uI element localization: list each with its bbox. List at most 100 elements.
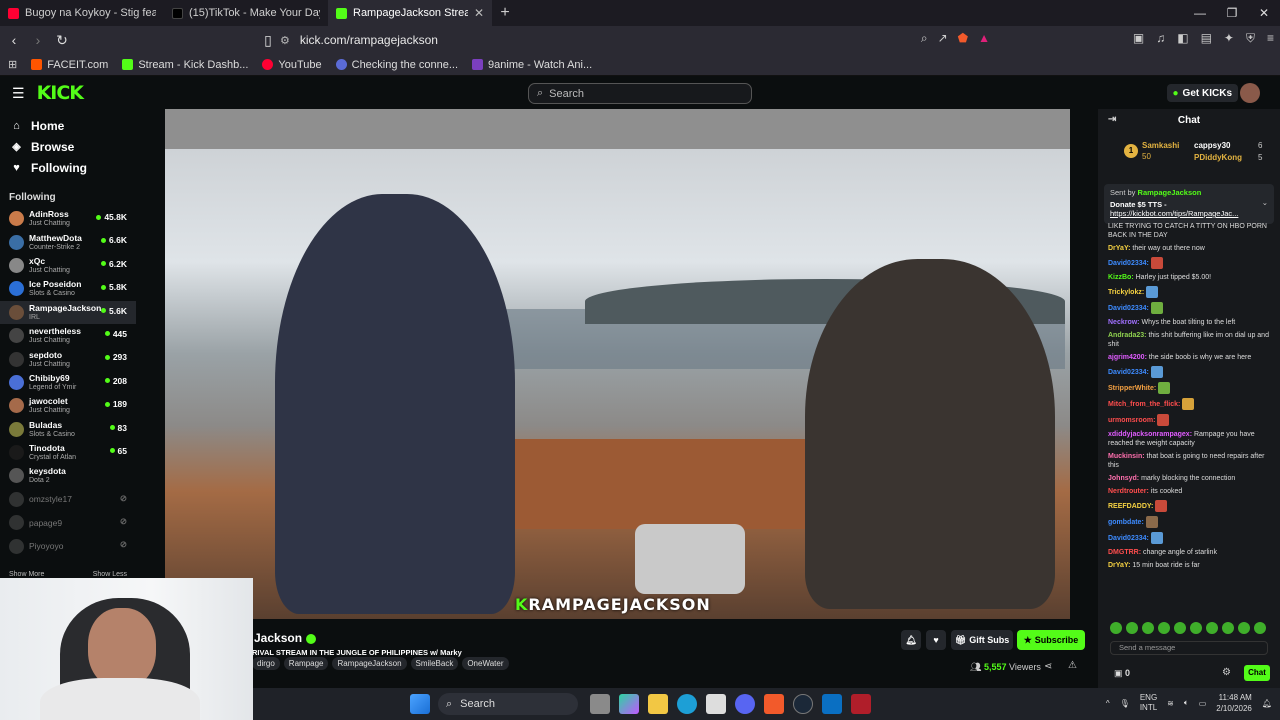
- chat-message-input[interactable]: Send a message: [1110, 641, 1268, 655]
- share-icon[interactable]: ⋖: [1044, 661, 1052, 672]
- windows-start-icon[interactable]: [410, 694, 430, 714]
- chat-username[interactable]: StripperWhite:: [1108, 385, 1156, 392]
- nav-browse[interactable]: ◈ Browse: [0, 136, 136, 157]
- sidebar-channel-ice-poseidon[interactable]: Ice Poseidon Slots & Casino 5.8K: [0, 277, 136, 300]
- nav-following[interactable]: ♥ Following: [0, 157, 136, 178]
- microphone-icon[interactable]: 🎙︎: [1120, 699, 1130, 708]
- reload-icon[interactable]: ↻: [52, 30, 72, 50]
- tray-overflow-icon[interactable]: ^: [1106, 699, 1110, 708]
- tag[interactable]: Rampage: [283, 657, 329, 670]
- chat-username[interactable]: REEFDADDY:: [1108, 503, 1153, 510]
- bookmark-kick-dashboard[interactable]: Stream - Kick Dashb...: [122, 59, 248, 71]
- chat-username[interactable]: DrYaY:: [1108, 245, 1130, 252]
- settings-gear-icon[interactable]: ⚙: [1222, 667, 1231, 678]
- tab-kick-active[interactable]: RampageJackson Stream - Watc ✕: [328, 0, 492, 26]
- restore-icon[interactable]: ❐: [1216, 0, 1248, 26]
- chat-username[interactable]: Muckinsin:: [1108, 453, 1145, 460]
- back-icon[interactable]: ‹: [4, 30, 24, 50]
- sidebar-channel-nevertheless[interactable]: nevertheless Just Chatting 445: [0, 324, 136, 347]
- chat-username[interactable]: KizzBo:: [1108, 274, 1134, 281]
- sidebar-channel-sepdoto[interactable]: sepdoto Just Chatting 293: [0, 347, 136, 370]
- emote-icon[interactable]: [1158, 622, 1170, 634]
- task-view-icon[interactable]: [590, 694, 610, 714]
- share-icon[interactable]: ↗: [938, 31, 948, 46]
- vpn-icon[interactable]: ⛨: [1246, 31, 1255, 46]
- chat-username[interactable]: Nerdtrouter:: [1108, 488, 1149, 495]
- chat-username[interactable]: urmomsroom:: [1108, 417, 1155, 424]
- nav-home[interactable]: ⌂ Home: [0, 115, 136, 136]
- address-bar[interactable]: ⚙ kick.com/rampagejackson: [280, 29, 1000, 51]
- kick-logo[interactable]: KICK: [37, 82, 84, 104]
- site-info-icon[interactable]: ⚙: [280, 34, 290, 47]
- close-tab-icon[interactable]: ✕: [474, 6, 484, 20]
- gift-subs-button[interactable]: 🎁︎ Gift Subs: [951, 630, 1013, 650]
- report-icon[interactable]: ⚠: [1068, 660, 1077, 671]
- search-input[interactable]: ⌕ Search: [528, 83, 752, 104]
- subscribe-button[interactable]: ★ Subscribe: [1017, 630, 1085, 650]
- tag[interactable]: dirgo: [252, 657, 280, 670]
- hamburger-menu-icon[interactable]: ☰: [12, 85, 25, 102]
- taskbar-search[interactable]: ⌕ Search: [438, 693, 578, 715]
- chat-username[interactable]: Andrada23:: [1108, 332, 1147, 339]
- steam-icon[interactable]: [793, 694, 813, 714]
- show-more-button[interactable]: Show More: [9, 571, 44, 578]
- brave-shield-icon[interactable]: ⬟: [958, 31, 968, 46]
- sidebar-channel-piyoyoyo[interactable]: Piyoyoyo ⊘: [0, 534, 136, 557]
- chat-username[interactable]: ajgrim4200:: [1108, 354, 1147, 361]
- close-window-icon[interactable]: ✕: [1248, 0, 1280, 26]
- notification-icon[interactable]: 🔔︎: [1262, 699, 1272, 708]
- sidebar-channel-matthewdota[interactable]: MatthewDota Counter-Strike 2 6.6K: [0, 230, 136, 253]
- chevron-down-icon[interactable]: ⌄: [1262, 198, 1268, 207]
- tag[interactable]: OneWater: [462, 657, 509, 670]
- sidebar-channel-omzstyle17[interactable]: omzstyle17 ⊘: [0, 488, 136, 511]
- video-player[interactable]: KRAMPAGEJACKSON: [165, 109, 1070, 619]
- emote-icon[interactable]: [1254, 622, 1266, 634]
- tab-tiktok[interactable]: (15)TikTok - Make Your Day: [164, 0, 328, 26]
- bookmark-faceit[interactable]: FACEIT.com: [31, 59, 108, 71]
- bookmark-youtube[interactable]: YouTube: [262, 59, 322, 71]
- chat-username[interactable]: DrYaY:: [1108, 562, 1130, 569]
- file-explorer-icon[interactable]: [648, 694, 668, 714]
- emote-icon[interactable]: [1142, 622, 1154, 634]
- chat-username[interactable]: Trickylokz:: [1108, 289, 1144, 296]
- pinned-link[interactable]: https://kickbot.com/tips/RampageJac...: [1110, 209, 1268, 218]
- notification-bell-button[interactable]: 🔔︎: [901, 630, 921, 650]
- emote-icon[interactable]: [1238, 622, 1250, 634]
- screenshot-icon[interactable]: ▣: [1133, 31, 1144, 46]
- zoom-icon[interactable]: ⌕: [921, 31, 928, 46]
- language-indicator[interactable]: ENG INTL: [1140, 693, 1157, 713]
- tab-youtube[interactable]: Bugoy na Koykoy - Stig feat. Flow G: [0, 0, 164, 26]
- user-avatar[interactable]: [1240, 83, 1260, 103]
- sidebar-toggle-icon[interactable]: ◧: [1177, 31, 1188, 46]
- chat-username[interactable]: Johnsyd:: [1108, 475, 1139, 482]
- app-icon[interactable]: [851, 694, 871, 714]
- wifi-icon[interactable]: ≋: [1167, 699, 1174, 708]
- copilot-icon[interactable]: [619, 694, 639, 714]
- chat-username[interactable]: David02334:: [1108, 535, 1149, 542]
- forward-icon[interactable]: ›: [28, 30, 48, 50]
- rewards-icon[interactable]: ▲: [978, 31, 990, 46]
- sidebar-channel-chibiby69[interactable]: Chibiby69 Legend of Ymir 208: [0, 371, 136, 394]
- edge-icon[interactable]: [677, 694, 697, 714]
- music-icon[interactable]: ♫: [1156, 31, 1165, 46]
- emote-icon[interactable]: [1126, 622, 1138, 634]
- send-chat-button[interactable]: Chat: [1244, 665, 1270, 681]
- menu-icon[interactable]: ≡: [1267, 31, 1274, 46]
- sidebar-channel-buladas[interactable]: Buladas Slots & Casino 83: [0, 418, 136, 441]
- chat-username[interactable]: DMGTRR:: [1108, 549, 1141, 556]
- show-less-button[interactable]: Show Less: [93, 571, 127, 578]
- clock[interactable]: 11:48 AM 2/10/2026: [1216, 692, 1252, 714]
- bookmark-9anime[interactable]: 9anime - Watch Ani...: [472, 59, 592, 71]
- chat-username[interactable]: David02334:: [1108, 369, 1149, 376]
- emote-icon[interactable]: [1190, 622, 1202, 634]
- store-icon[interactable]: [706, 694, 726, 714]
- apps-grid-icon[interactable]: ⊞: [8, 58, 17, 71]
- wallet-icon[interactable]: ▤: [1201, 31, 1212, 46]
- sidebar-channel-adinross[interactable]: AdinRoss Just Chatting 45.8K: [0, 207, 136, 230]
- emote-icon[interactable]: [1110, 622, 1122, 634]
- emote-icon[interactable]: [1206, 622, 1218, 634]
- sidebar-channel-tinodota[interactable]: Tinodota Crystal of Atlan 65: [0, 441, 136, 464]
- vscode-icon[interactable]: [822, 694, 842, 714]
- sidebar-channel-rampagejackson[interactable]: RampageJackson IRL 5.6K: [0, 300, 136, 324]
- ai-icon[interactable]: ✦: [1224, 31, 1234, 46]
